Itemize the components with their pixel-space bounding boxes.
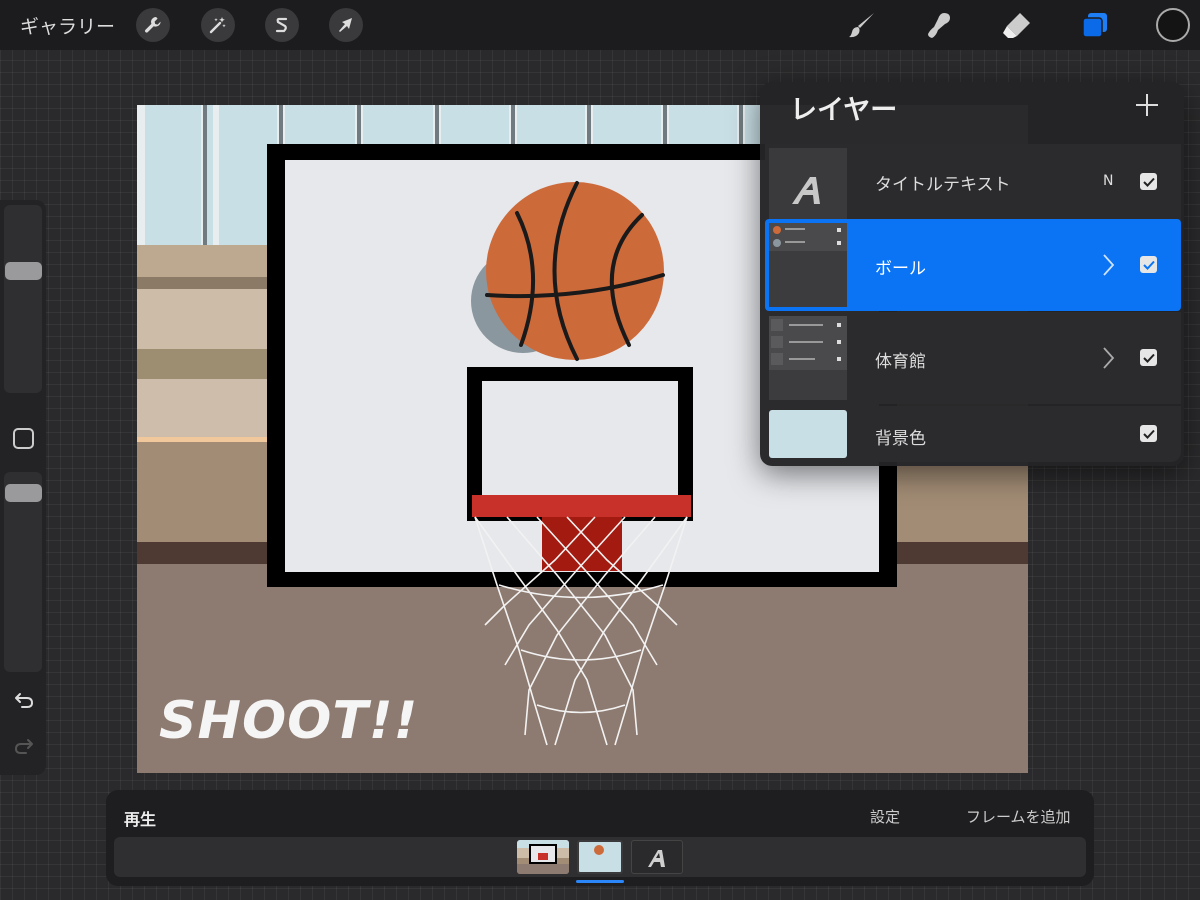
layers-icon[interactable]	[1078, 8, 1112, 42]
transform-arrow-icon[interactable]	[329, 8, 363, 42]
layers-panel: レイヤー タイトルテキスト N ボール 体育館 背景色	[760, 82, 1184, 466]
selection-s-icon[interactable]	[265, 8, 299, 42]
brush-icon[interactable]	[845, 8, 879, 42]
brush-size-thumb[interactable]	[5, 262, 42, 280]
layer-name: 背景色	[875, 429, 926, 449]
text-layer-icon	[792, 177, 820, 204]
frame-thumbnail-ball[interactable]	[577, 840, 623, 874]
visibility-checkbox[interactable]	[1140, 349, 1157, 366]
settings-button[interactable]: 設定	[870, 806, 900, 827]
active-frame-indicator	[576, 880, 624, 883]
eraser-icon[interactable]	[1000, 8, 1034, 42]
left-sidebar	[0, 200, 46, 775]
redo-icon[interactable]	[12, 734, 36, 758]
opacity-slider[interactable]	[4, 472, 42, 672]
frame-timeline	[114, 837, 1086, 877]
layer-name: ボール	[875, 259, 926, 279]
modify-square-button[interactable]	[13, 428, 34, 449]
chevron-right-icon[interactable]	[1100, 346, 1116, 370]
basketball	[486, 182, 664, 360]
animation-assist-bar: 再生 設定 フレームを追加	[106, 790, 1094, 886]
gallery-button[interactable]: ギャラリー	[20, 12, 115, 39]
visibility-checkbox[interactable]	[1140, 425, 1157, 442]
visibility-checkbox[interactable]	[1140, 173, 1157, 190]
smudge-icon[interactable]	[922, 8, 956, 42]
visibility-checkbox[interactable]	[1140, 256, 1157, 273]
layer-name: 体育館	[875, 352, 926, 372]
layers-title: レイヤー	[790, 95, 898, 126]
undo-icon[interactable]	[12, 688, 36, 712]
frame-thumbnail-gym[interactable]	[517, 840, 569, 874]
brush-size-slider[interactable]	[4, 205, 42, 393]
add-frame-button[interactable]: フレームを追加	[966, 806, 1071, 827]
layer-thumbnail	[769, 316, 847, 400]
chevron-right-icon[interactable]	[1100, 253, 1116, 277]
layer-row-ball[interactable]: ボール	[765, 219, 1181, 311]
plus-icon[interactable]	[1132, 90, 1162, 120]
blend-mode-label[interactable]: N	[1103, 173, 1113, 189]
opacity-thumb[interactable]	[5, 484, 42, 502]
frame-thumbnail-title[interactable]	[631, 840, 683, 874]
layer-name: タイトルテキスト	[875, 175, 1011, 195]
layer-row-background-color[interactable]: 背景色	[765, 406, 1181, 462]
top-toolbar: ギャラリー	[0, 0, 1200, 50]
background-color-swatch	[769, 410, 847, 458]
caption-text: SHOOT!!	[159, 691, 419, 751]
color-picker-swatch[interactable]	[1156, 8, 1190, 42]
layer-thumbnail	[769, 223, 847, 307]
layer-row-gym[interactable]: 体育館	[765, 312, 1181, 404]
magic-wand-icon[interactable]	[201, 8, 235, 42]
play-button[interactable]: 再生	[124, 806, 156, 830]
wrench-icon[interactable]	[136, 8, 170, 42]
